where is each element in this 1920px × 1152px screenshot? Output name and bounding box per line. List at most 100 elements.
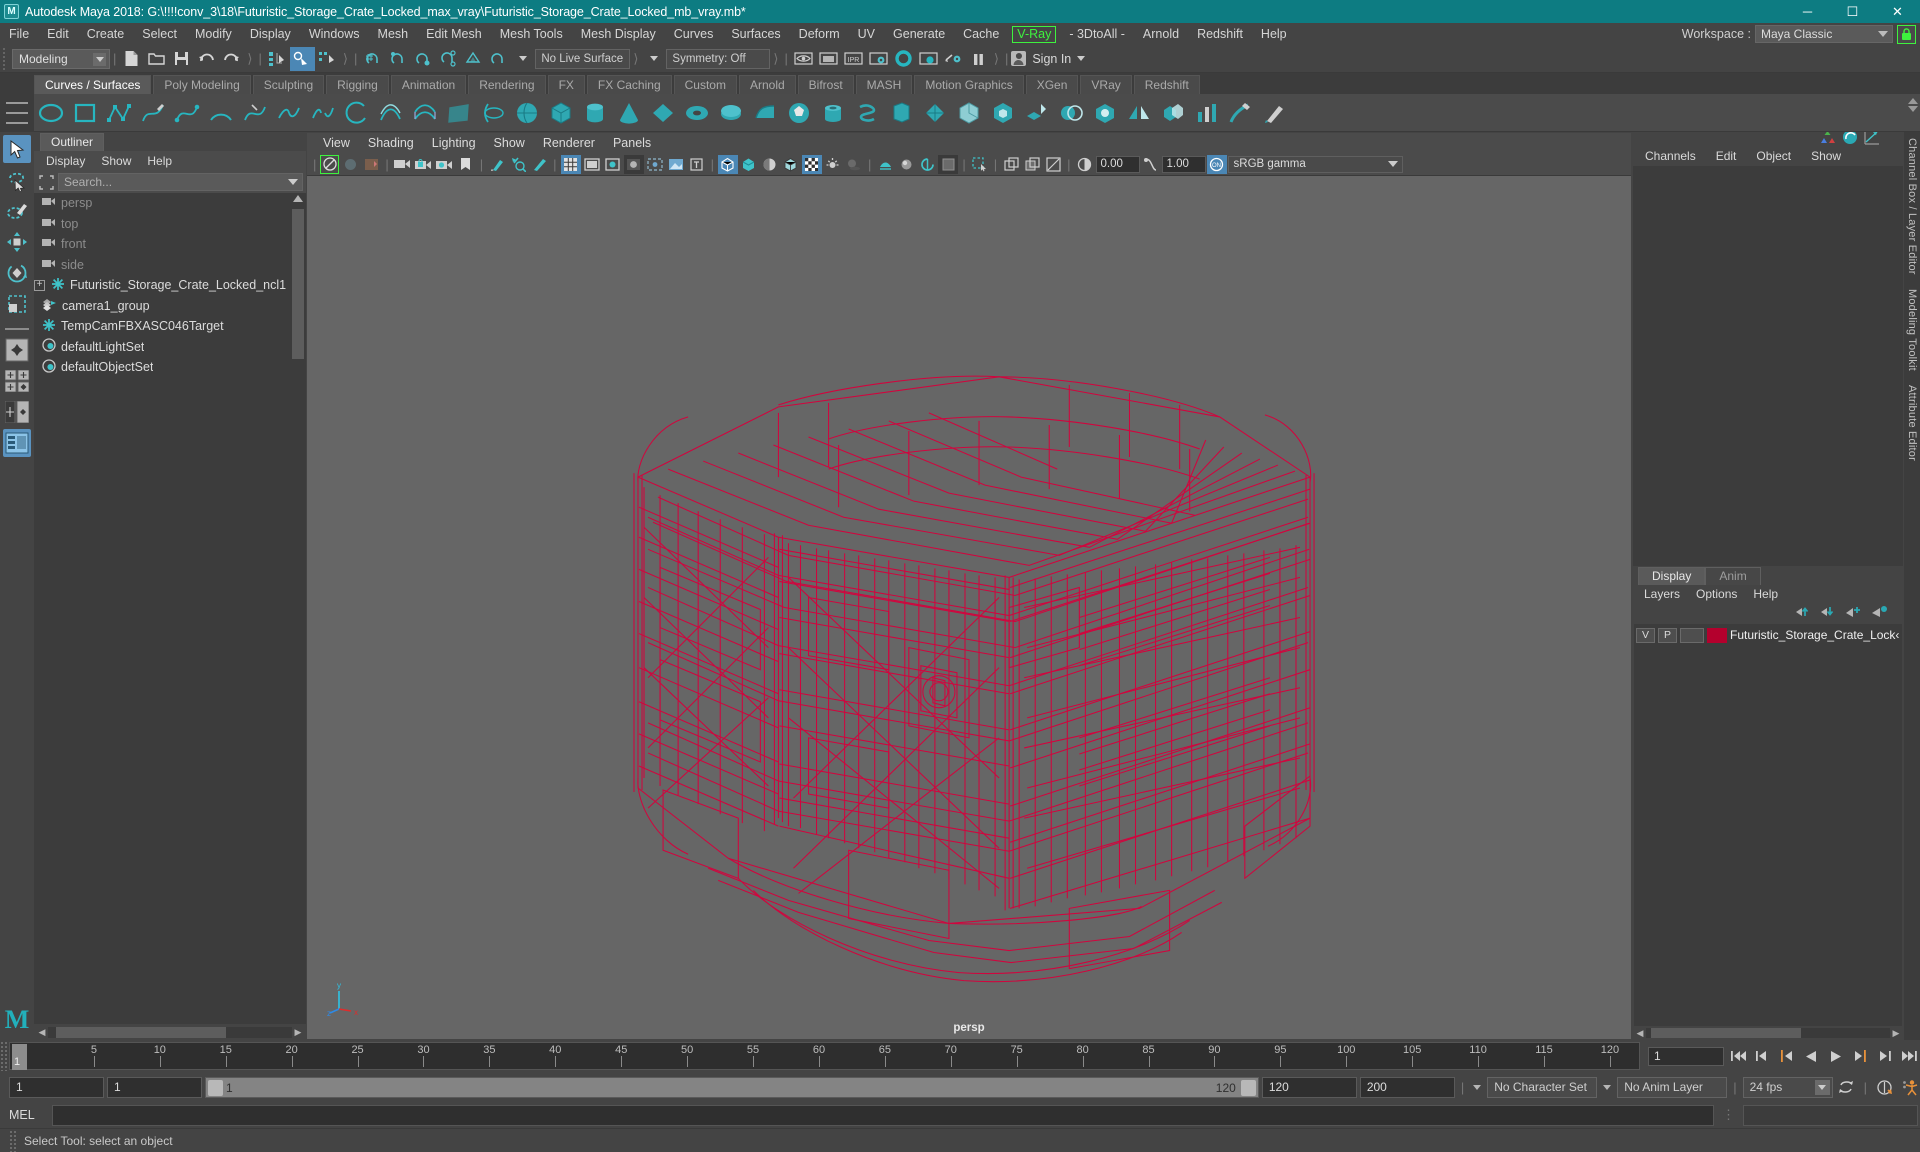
move-layer-up-icon[interactable] <box>1795 605 1811 623</box>
outliner-tree[interactable]: persp top front side + Futuristic_Storag… <box>34 193 306 1024</box>
side-tab-modeling-toolkit[interactable]: Modeling Toolkit <box>1906 289 1918 371</box>
select-by-object-icon[interactable] <box>289 46 315 71</box>
xray-active-components-icon[interactable] <box>666 155 686 174</box>
outliner-item-crate[interactable]: + Futuristic_Storage_Crate_Locked_ncl1 <box>34 275 306 296</box>
outliner-menu-show[interactable]: Show <box>94 151 138 171</box>
snap-to-curve-icon[interactable] <box>385 47 410 71</box>
menu-select[interactable]: Select <box>133 23 186 45</box>
exposure-reset-icon[interactable] <box>1043 155 1063 174</box>
character-set-field[interactable]: No Character Set <box>1487 1076 1598 1098</box>
text-overlay-icon[interactable] <box>687 155 707 174</box>
bevel-icon[interactable] <box>988 98 1018 128</box>
plane-primitive-icon[interactable] <box>648 98 678 128</box>
rotate-tool-icon[interactable] <box>3 259 31 287</box>
grease-pencil-icon[interactable] <box>508 155 528 174</box>
scroll-right-icon[interactable]: ▶ <box>292 1027 304 1038</box>
layer-color-swatch[interactable] <box>1707 627 1727 643</box>
channel-box-content[interactable] <box>1633 166 1903 566</box>
minimize-button[interactable]: ─ <box>1785 0 1830 23</box>
menu-generate[interactable]: Generate <box>884 23 954 45</box>
layer-horizontal-scrollbar[interactable]: ◀ ▶ <box>1632 1026 1904 1040</box>
shelf-tab-arnold[interactable]: Arnold <box>738 75 796 94</box>
redo-icon[interactable] <box>219 47 244 71</box>
shelf-tab-bifrost[interactable]: Bifrost <box>797 75 854 94</box>
menu-3dtoall[interactable]: - 3DtoAll - <box>1060 23 1134 45</box>
search-icon[interactable] <box>37 173 55 191</box>
make-live-icon[interactable] <box>485 47 510 71</box>
menu-modify[interactable]: Modify <box>186 23 241 45</box>
maximize-button[interactable]: ☐ <box>1830 0 1875 23</box>
four-view-layout-icon[interactable] <box>3 367 31 395</box>
workspace-select[interactable]: Maya Classic <box>1755 25 1893 43</box>
toolbar-grip[interactable] <box>2 47 9 70</box>
menu-vray[interactable]: V-Ray <box>1012 25 1057 43</box>
rendering-flags-icon[interactable] <box>941 47 966 71</box>
viewport-menu-show[interactable]: Show <box>486 133 533 153</box>
revolve-surface-icon[interactable] <box>478 98 508 128</box>
outliner-item-camera1-group[interactable]: camera1_group <box>34 296 306 317</box>
step-forward-frame-icon[interactable] <box>1850 1046 1871 1066</box>
play-forwards-icon[interactable] <box>1825 1046 1846 1066</box>
viewport-menu-lighting[interactable]: Lighting <box>424 133 484 153</box>
shelf-tab-rigging[interactable]: Rigging <box>326 75 389 94</box>
color-space-select[interactable]: sRGB gamma <box>1227 155 1403 173</box>
single-perspective-layout-icon[interactable] <box>3 336 31 364</box>
scroll-left-icon[interactable]: ◀ <box>36 1027 48 1038</box>
viewport-3d-canvas[interactable]: y z x persp <box>307 176 1631 1039</box>
animation-end-field[interactable]: 200 <box>1359 1076 1455 1098</box>
anti-alias-icon[interactable] <box>917 155 937 174</box>
snap-to-point-icon[interactable] <box>410 47 435 71</box>
chevron-down-icon[interactable] <box>510 47 535 71</box>
torus-primitive-icon[interactable] <box>682 98 712 128</box>
grid-toggle-icon[interactable] <box>560 154 581 174</box>
curve-edit-tool-icon[interactable] <box>240 98 270 128</box>
viewport-pencil-icon[interactable] <box>529 155 549 174</box>
open-close-curve-icon[interactable] <box>342 98 372 128</box>
sign-in-button[interactable]: Sign In <box>1011 51 1086 66</box>
pyramid-primitive-icon[interactable] <box>920 98 950 128</box>
menu-display[interactable]: Display <box>241 23 300 45</box>
select-camera-icon[interactable] <box>320 154 340 174</box>
shelf-tab-sculpting[interactable]: Sculpting <box>252 75 325 94</box>
camera-attributes-icon[interactable] <box>340 155 360 174</box>
move-layer-down-icon[interactable] <box>1820 605 1836 623</box>
layer-menu-help[interactable]: Help <box>1745 585 1786 604</box>
outliner-item-default-light-set[interactable]: defaultLightSet <box>34 337 306 358</box>
texture-display-icon[interactable] <box>801 154 822 174</box>
planar-surface-icon[interactable] <box>444 98 474 128</box>
cylinder-primitive-icon[interactable] <box>580 98 610 128</box>
bar-chart-icon[interactable] <box>1192 98 1222 128</box>
extrude-icon[interactable] <box>1022 98 1052 128</box>
shelf-tab-poly-modeling[interactable]: Poly Modeling <box>153 75 251 94</box>
menu-set-select[interactable]: Modeling <box>12 48 110 69</box>
outliner-persp-layout-icon[interactable] <box>3 429 31 457</box>
shelf-tab-vray[interactable]: VRay <box>1080 75 1132 94</box>
select-by-component-icon[interactable] <box>315 47 340 71</box>
playback-loop-icon[interactable] <box>1836 1077 1858 1097</box>
render-region-icon[interactable] <box>816 47 841 71</box>
menu-curves[interactable]: Curves <box>665 23 723 45</box>
shelf-scroll-arrows[interactable] <box>1908 98 1918 112</box>
animation-preferences-icon[interactable] <box>1898 1077 1920 1097</box>
outliner-item-persp[interactable]: persp <box>34 193 306 214</box>
outliner-menu-display[interactable]: Display <box>39 151 92 171</box>
two-d-pan-zoom-icon[interactable] <box>487 155 507 174</box>
paint-select-tool-icon[interactable] <box>3 197 31 225</box>
snap-to-projected-center-icon[interactable] <box>435 47 460 71</box>
side-tab-channel-box[interactable]: Channel Box / Layer Editor <box>1906 138 1918 275</box>
xray-joints-mode-icon[interactable] <box>1022 155 1042 174</box>
layer-type-toggle[interactable] <box>1680 627 1704 643</box>
color-management-toggle-icon[interactable]: ON <box>1206 154 1227 174</box>
menu-file[interactable]: File <box>0 23 38 45</box>
channel-menu-edit[interactable]: Edit <box>1707 146 1746 166</box>
camera-settings-icon[interactable] <box>435 155 455 174</box>
two-pane-layout-icon[interactable] <box>3 398 31 426</box>
nurbs-square-icon[interactable] <box>70 98 100 128</box>
menu-mesh-display[interactable]: Mesh Display <box>572 23 665 45</box>
select-tool-icon[interactable] <box>3 135 31 163</box>
step-back-frame-icon[interactable] <box>1776 1046 1797 1066</box>
isolate-select-icon[interactable] <box>970 155 990 174</box>
range-slider[interactable]: 1 120 <box>205 1076 1259 1098</box>
shelf-tab-custom[interactable]: Custom <box>673 75 737 94</box>
time-slider[interactable]: 1 5 10 15 20 25 30 35 40 45 50 55 60 65 70 75 80 85 90 95 1… <box>9 1042 1640 1070</box>
